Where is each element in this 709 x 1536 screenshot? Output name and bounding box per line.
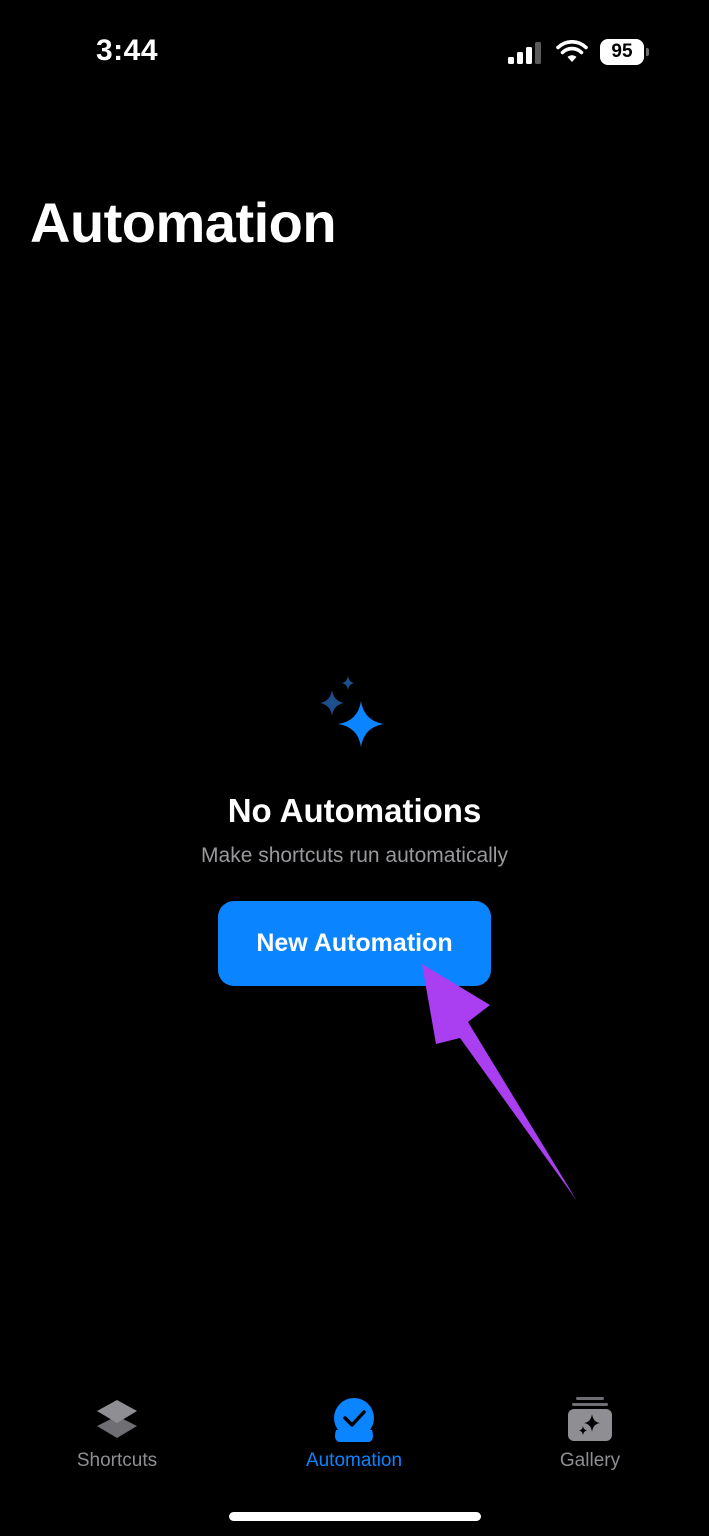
battery-icon: 95 xyxy=(600,39,650,65)
gallery-sparkle-icon xyxy=(568,1397,612,1441)
tab-shortcuts[interactable]: Shortcuts xyxy=(27,1394,207,1472)
layers-icon xyxy=(97,1400,137,1438)
tab-gallery-label: Gallery xyxy=(559,1450,621,1471)
tab-automation[interactable]: Automation xyxy=(264,1394,444,1472)
tab-shortcuts-label: Shortcuts xyxy=(76,1450,158,1471)
tab-gallery[interactable]: Gallery xyxy=(500,1394,680,1472)
page-title: Automation xyxy=(30,191,337,254)
clock-check-icon xyxy=(334,1398,374,1442)
empty-state-subtitle: Make shortcuts run automatically xyxy=(201,844,508,867)
status-time: 3:44 xyxy=(96,34,159,67)
tab-automation-label: Automation xyxy=(305,1450,403,1471)
wifi-icon xyxy=(556,40,588,62)
sparkle-icon xyxy=(319,676,384,747)
home-indicator[interactable] xyxy=(229,1512,481,1521)
empty-state: No Automations Make shortcuts run automa… xyxy=(0,672,709,868)
status-bar: 3:44 95 xyxy=(0,0,709,100)
battery-cap xyxy=(646,48,649,56)
empty-state-title: No Automations xyxy=(227,792,482,829)
signal-icon xyxy=(508,42,541,64)
battery-level: 95 xyxy=(600,39,644,65)
annotation-arrow-icon xyxy=(422,964,577,1201)
